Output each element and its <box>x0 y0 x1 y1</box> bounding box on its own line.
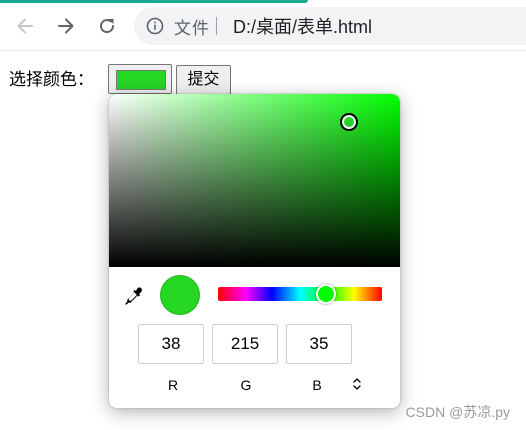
hue-slider[interactable] <box>218 287 382 301</box>
eyedropper-icon <box>125 287 142 305</box>
red-label: R <box>167 377 179 393</box>
saturation-value-handle[interactable] <box>340 113 358 131</box>
back-button[interactable] <box>12 13 38 39</box>
color-input[interactable] <box>108 64 172 94</box>
format-toggle-button[interactable] <box>349 374 365 394</box>
file-protocol-label: 文件 <box>174 18 210 38</box>
address-separator <box>216 17 217 35</box>
saturation-value-area[interactable] <box>109 94 400 267</box>
eyedropper-button[interactable] <box>123 285 145 307</box>
info-icon[interactable] <box>146 17 164 35</box>
active-tab-indicator <box>0 0 308 3</box>
hue-slider-thumb[interactable] <box>316 284 337 304</box>
color-preview-circle <box>160 275 200 315</box>
color-picker-popup: 38 215 35 R G B <box>109 94 400 408</box>
watermark: CSDN @苏凉.py <box>405 404 510 420</box>
blue-value-field[interactable]: 35 <box>286 324 352 364</box>
browser-toolbar: 文件 D:/桌面/表单.html <box>0 0 526 51</box>
green-label: G <box>240 377 252 393</box>
reload-icon <box>100 19 115 34</box>
blue-label: B <box>312 377 322 393</box>
submit-button[interactable]: 提交 <box>176 65 231 95</box>
red-value-field[interactable]: 38 <box>138 324 204 364</box>
url-text[interactable]: D:/桌面/表单.html <box>233 13 372 39</box>
color-input-swatch <box>116 70 166 90</box>
green-value-field[interactable]: 215 <box>212 324 278 364</box>
arrow-right-icon <box>58 18 74 34</box>
forward-button[interactable] <box>53 13 79 39</box>
up-down-chevrons-icon <box>353 378 361 390</box>
arrow-left-icon <box>17 18 33 34</box>
address-bar[interactable]: 文件 D:/桌面/表单.html <box>134 7 526 45</box>
reload-button[interactable] <box>94 13 120 39</box>
color-field-label: 选择颜色： <box>9 70 94 89</box>
